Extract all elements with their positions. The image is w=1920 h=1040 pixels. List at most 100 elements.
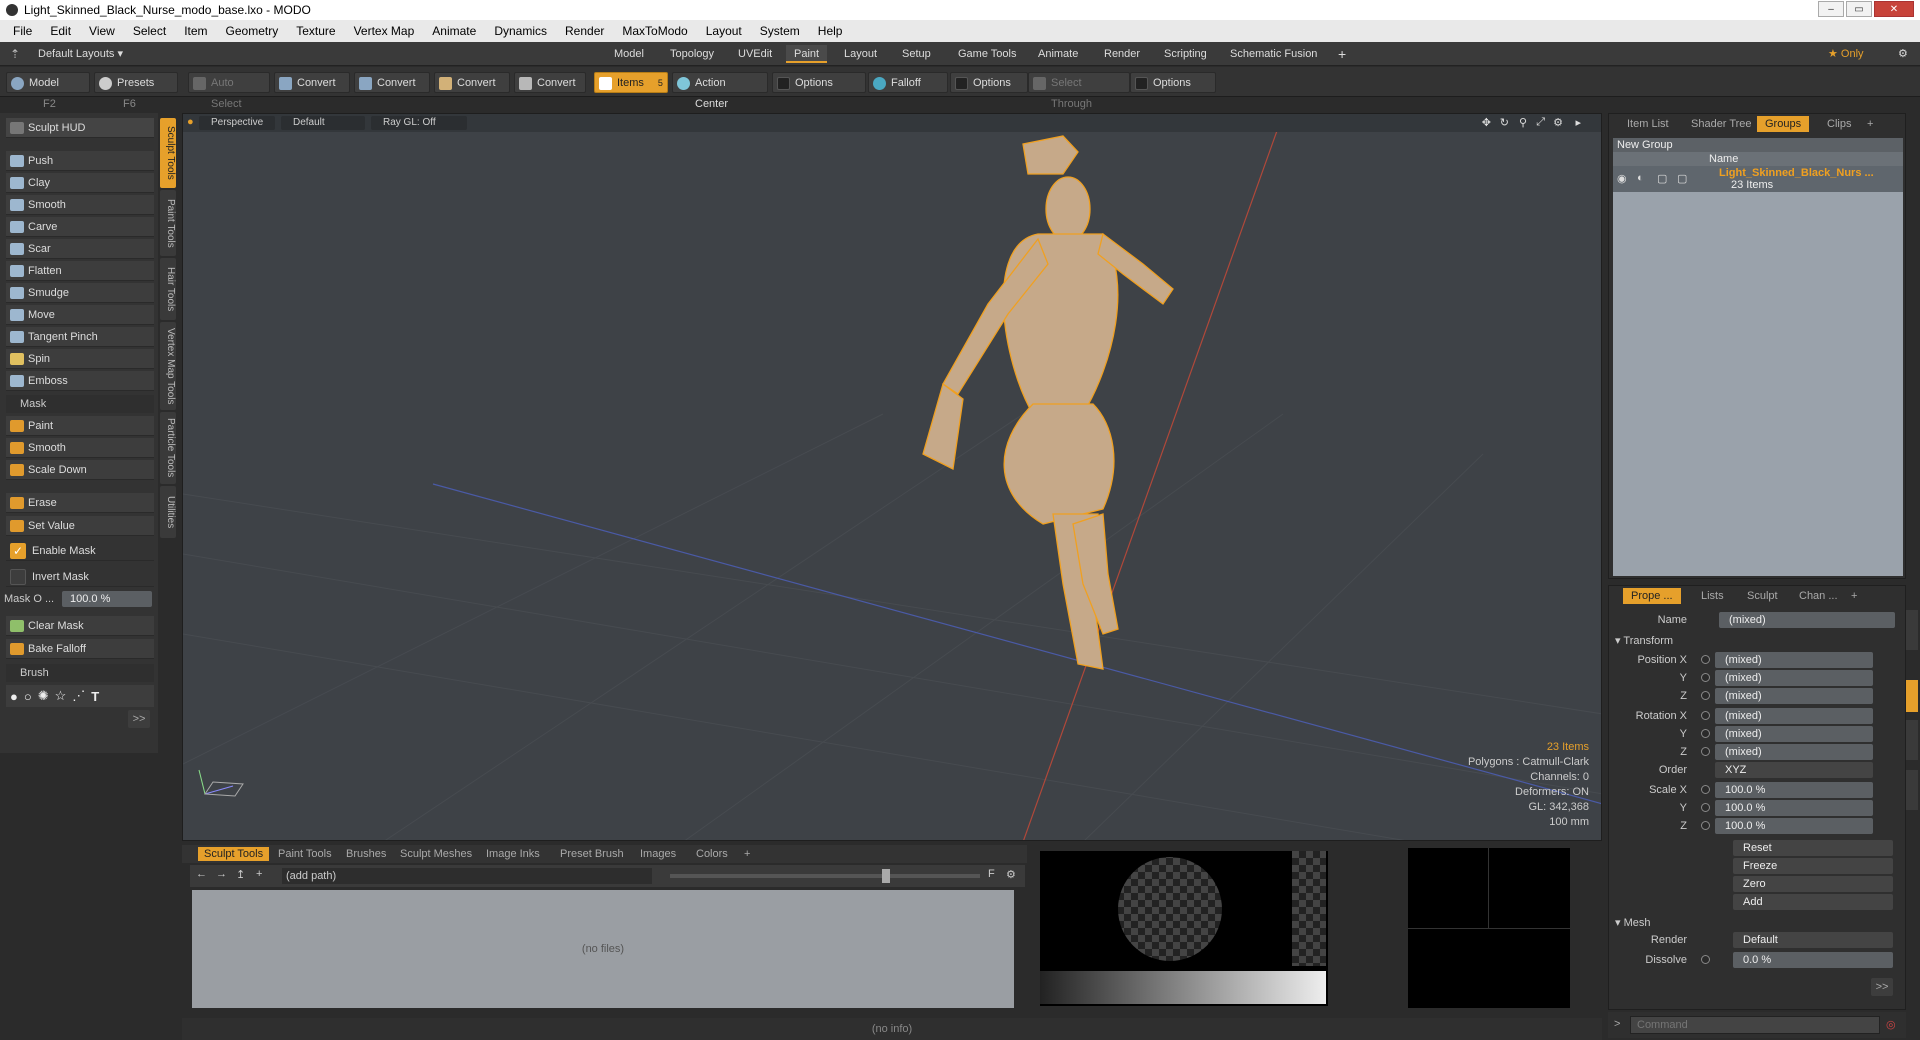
menu-render[interactable]: Render bbox=[556, 24, 613, 38]
position-y-key-icon[interactable] bbox=[1701, 673, 1710, 682]
scale-z-field[interactable]: 100.0 % bbox=[1715, 818, 1873, 834]
position-x-field[interactable]: (mixed) bbox=[1715, 652, 1873, 668]
tab-layout[interactable]: Layout bbox=[836, 45, 885, 63]
tab-sculpt[interactable]: Sculpt bbox=[1739, 588, 1786, 604]
presets-button[interactable]: Presets F6 bbox=[94, 72, 178, 110]
brush-section-header[interactable]: Brush bbox=[6, 664, 154, 682]
file-browser[interactable]: (no files) bbox=[192, 890, 1014, 1008]
items-mode-button[interactable]: Items 5 bbox=[594, 72, 668, 93]
rotation-x-key-icon[interactable] bbox=[1701, 711, 1710, 720]
maximize-button[interactable]: ▭ bbox=[1846, 1, 1872, 17]
tool-tangent-pinch[interactable]: Tangent Pinch bbox=[6, 327, 154, 347]
menu-help[interactable]: Help bbox=[809, 24, 852, 38]
order-dropdown[interactable]: XYZ bbox=[1715, 762, 1873, 778]
convert-edges-button[interactable]: Convert bbox=[354, 72, 430, 93]
tab-schematic-fusion[interactable]: Schematic Fusion bbox=[1222, 45, 1325, 63]
vtab-utilities[interactable]: Utilities bbox=[160, 486, 176, 538]
layout-arrow-icon[interactable]: ⇡ bbox=[10, 47, 20, 61]
side-tab-active[interactable] bbox=[1906, 680, 1918, 712]
new-group-button[interactable]: New Group bbox=[1613, 138, 1903, 152]
select-options[interactable]: Options bbox=[1130, 72, 1216, 93]
slider-handle[interactable] bbox=[882, 869, 890, 883]
position-y-field[interactable]: (mixed) bbox=[1715, 670, 1873, 686]
path-dropdown[interactable]: (add path) bbox=[282, 868, 652, 884]
record-icon[interactable]: ◎ bbox=[1886, 1018, 1896, 1031]
gear-icon[interactable]: ⚙ bbox=[1890, 45, 1916, 63]
browser-settings-icon[interactable]: ⚙ bbox=[1006, 868, 1016, 881]
rotation-y-key-icon[interactable] bbox=[1701, 729, 1710, 738]
tool-clay[interactable]: Clay bbox=[6, 173, 154, 193]
zero-dropdown[interactable]: Zero bbox=[1733, 876, 1893, 892]
tab-lists[interactable]: Lists bbox=[1693, 588, 1732, 604]
properties-more-button[interactable]: >> bbox=[1871, 978, 1893, 996]
auto-select-button[interactable]: Auto Select bbox=[188, 72, 270, 110]
group-row[interactable]: ◉ ◐ ▢ ▢ Light_Skinned_Black_Nurs ... 23 … bbox=[1613, 166, 1903, 192]
side-tab[interactable] bbox=[1906, 770, 1918, 810]
rotation-z-field[interactable]: (mixed) bbox=[1715, 744, 1873, 760]
menu-system[interactable]: System bbox=[751, 24, 809, 38]
scale-z-key-icon[interactable] bbox=[1701, 821, 1710, 830]
text-brush-icon[interactable]: T bbox=[91, 689, 99, 704]
dissolve-field[interactable]: 0.0 % bbox=[1733, 952, 1893, 968]
up-folder-icon[interactable]: ↥ bbox=[236, 868, 245, 881]
tool-carve[interactable]: Carve bbox=[6, 217, 154, 237]
view-type-dropdown[interactable]: Perspective bbox=[199, 116, 275, 130]
set-value-button[interactable]: Set Value bbox=[6, 516, 154, 536]
menu-animate[interactable]: Animate bbox=[423, 24, 485, 38]
falloff-options[interactable]: Options bbox=[950, 72, 1028, 93]
add-panel-tab[interactable]: + bbox=[1859, 116, 1881, 132]
rotation-x-field[interactable]: (mixed) bbox=[1715, 708, 1873, 724]
tab-paint-tools-bottom[interactable]: Paint Tools bbox=[272, 847, 338, 861]
mesh-section[interactable]: ▾ Mesh bbox=[1615, 916, 1650, 929]
position-x-key-icon[interactable] bbox=[1701, 655, 1710, 664]
group-name[interactable]: Light_Skinned_Black_Nurs ... bbox=[1719, 167, 1874, 179]
viewport-expand-icon[interactable]: ▸ bbox=[1575, 116, 1581, 129]
splat-brush-icon[interactable]: ✺ bbox=[38, 688, 49, 704]
only-toggle[interactable]: ★ Only bbox=[1820, 45, 1872, 63]
add-properties-tab[interactable]: + bbox=[1843, 588, 1865, 604]
default-layouts-dropdown[interactable]: Default Layouts ▾ bbox=[38, 47, 123, 60]
mask-smooth[interactable]: Smooth bbox=[6, 438, 154, 458]
tab-images[interactable]: Images bbox=[634, 847, 682, 861]
forward-arrow-icon[interactable]: → bbox=[216, 868, 227, 880]
vtab-paint-tools[interactable]: Paint Tools bbox=[160, 190, 176, 256]
tab-preset-brush[interactable]: Preset Brush bbox=[554, 847, 630, 861]
select-through-button[interactable]: Select Through bbox=[1028, 72, 1130, 110]
tool-spin[interactable]: Spin bbox=[6, 349, 154, 369]
tab-clips[interactable]: Clips bbox=[1819, 116, 1859, 132]
convert-vertices-button[interactable]: Convert bbox=[274, 72, 350, 93]
rotate-icon[interactable]: ↻ bbox=[1500, 116, 1509, 129]
more-button[interactable]: >> bbox=[128, 710, 150, 728]
tab-item-list[interactable]: Item List bbox=[1619, 116, 1677, 132]
tab-render[interactable]: Render bbox=[1096, 45, 1148, 63]
invert-mask-checkbox[interactable]: Invert Mask bbox=[6, 567, 154, 587]
render-dropdown[interactable]: Default bbox=[1733, 932, 1893, 948]
mask-opacity-field[interactable]: 100.0 % bbox=[62, 591, 152, 607]
soft-brush-icon[interactable]: ● bbox=[10, 689, 18, 704]
viewport-settings-icon[interactable]: ⚙ bbox=[1553, 116, 1563, 129]
back-arrow-icon[interactable]: ← bbox=[196, 868, 207, 880]
rotation-z-key-icon[interactable] bbox=[1701, 747, 1710, 756]
scale-y-key-icon[interactable] bbox=[1701, 803, 1710, 812]
vtab-sculpt-tools[interactable]: Sculpt Tools bbox=[160, 118, 176, 188]
viewport-menu-icon[interactable]: ● bbox=[187, 116, 194, 128]
tool-push[interactable]: Push bbox=[6, 151, 154, 171]
name-field[interactable]: (mixed) bbox=[1719, 612, 1895, 628]
tool-smooth[interactable]: Smooth bbox=[6, 195, 154, 215]
position-z-key-icon[interactable] bbox=[1701, 691, 1710, 700]
tab-model[interactable]: Model bbox=[606, 45, 652, 63]
scale-x-field[interactable]: 100.0 % bbox=[1715, 782, 1873, 798]
procedural-brush-icon[interactable]: ⋰ bbox=[72, 688, 85, 704]
zoom-icon[interactable]: ⚲ bbox=[1519, 116, 1527, 129]
side-tab[interactable] bbox=[1906, 610, 1918, 650]
tab-uvedit[interactable]: UVEdit bbox=[730, 45, 780, 63]
add-path-icon[interactable]: + bbox=[256, 868, 262, 880]
falloff-button[interactable]: Falloff bbox=[868, 72, 948, 93]
minimize-button[interactable]: – bbox=[1818, 1, 1844, 17]
nurse-wireframe-model[interactable] bbox=[922, 135, 1174, 670]
thumbnail-size-slider[interactable] bbox=[670, 874, 980, 878]
rotation-y-field[interactable]: (mixed) bbox=[1715, 726, 1873, 742]
scale-y-field[interactable]: 100.0 % bbox=[1715, 800, 1873, 816]
convert-materials-button[interactable]: Convert bbox=[514, 72, 586, 93]
transform-section[interactable]: ▾ Transform bbox=[1615, 634, 1673, 647]
